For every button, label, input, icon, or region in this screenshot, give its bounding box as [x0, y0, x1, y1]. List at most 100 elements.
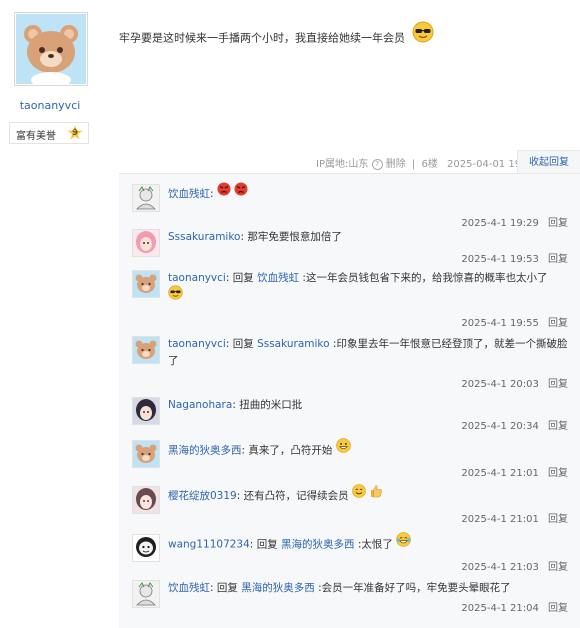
dark-hair-avatar-icon: [133, 398, 159, 424]
angry-face-emoji-icon: [234, 182, 248, 202]
post-meta: IP属地:山东 ? 删除 | 6楼 2025-04-01 19:15: [316, 155, 537, 170]
bear-avatar-icon: [16, 14, 86, 84]
reply-avatar[interactable]: [132, 580, 160, 608]
reply-footer: 2025-4-1 19:55 回复: [461, 314, 568, 329]
badge-label: 富有美誉: [16, 131, 56, 142]
reply-item: wang11107234: 回复 黑海的狄奥多西 :太恨了 2025-4-1 2…: [119, 532, 580, 574]
reply-username[interactable]: 饮血残虹: [168, 188, 210, 200]
reply-avatar[interactable]: [132, 184, 160, 212]
reply-prefix: 回复: [232, 338, 254, 350]
reply-footer: 2025-4-1 20:03 回复: [461, 375, 568, 390]
reply-body: 饮血残虹: 回复 黑海的狄奥多西 :会员一年准备好了吗，牢免要头晕眼花了: [168, 582, 511, 594]
reply-target-user[interactable]: 黑海的狄奥多西: [241, 582, 315, 594]
reply-target-user[interactable]: 黑海的狄奥多西: [281, 539, 355, 551]
reply-item: 饮血残虹: 2025-4-1 19:29 回复: [119, 182, 580, 229]
reply-button[interactable]: 回复: [548, 468, 568, 479]
reply-target-user[interactable]: 饮血残虹: [257, 272, 299, 284]
reply-prefix: 回复: [216, 582, 238, 594]
reply-body: wang11107234: 回复 黑海的狄奥多西 :太恨了: [168, 532, 568, 555]
poster-username[interactable]: taonanyvci: [0, 99, 100, 112]
reply-avatar[interactable]: [132, 486, 160, 514]
post-content: 牢孕要是这时候来一手播两个小时，我直接给她续一年会员: [119, 21, 434, 51]
reply-item: 樱花绽放0319: 还有凸符，记得续会员 2025-4-1 21:01 回复: [119, 484, 580, 528]
reply-time: 2025-4-1 20:03: [461, 379, 539, 390]
reply-item: 饮血残虹: 回复 黑海的狄奥多西 :会员一年准备好了吗，牢免要头晕眼花了 202…: [119, 580, 580, 620]
reply-text: :印象里去年一年恨意已经登顶了，就差一个撕破脸了: [168, 338, 568, 367]
reply-username[interactable]: Naganohara: [168, 399, 232, 411]
reply-body: Naganohara: 扭曲的米口批: [168, 399, 303, 411]
pink-hair-avatar-icon: [133, 230, 159, 256]
separator: |: [411, 159, 416, 170]
reply-username[interactable]: wang11107234: [168, 539, 250, 551]
reply-time: 2025-4-1 20:34: [461, 421, 539, 432]
reply-item: taonanyvci: 回复 饮血残虹 :这一年会员钱包省下来的，给我惊喜的概率…: [119, 270, 580, 330]
reply-avatar[interactable]: [132, 229, 160, 257]
reply-button[interactable]: 回复: [548, 562, 568, 573]
bear-avatar-icon: [133, 271, 159, 297]
laugh-cry-emoji-icon: [396, 532, 412, 553]
reply-username[interactable]: 饮血残虹: [168, 582, 210, 594]
reply-footer: 2025-4-1 19:29 回复: [461, 214, 568, 229]
reply-footer: 2025-4-1 21:04 回复: [461, 599, 568, 614]
delete-link[interactable]: 删除: [386, 159, 406, 170]
reply-footer: 2025-4-1 21:03 回复: [461, 558, 568, 573]
reply-text: 扭曲的米口批: [239, 399, 303, 411]
reply-footer: 2025-4-1 21:01 回复: [461, 510, 568, 525]
bear-avatar-icon: [133, 337, 159, 363]
reply-avatar[interactable]: [132, 534, 160, 562]
reply-target-user[interactable]: Sssakuramiko: [257, 338, 329, 350]
reply-body: Sssakuramiko: 那牢免要恨意加倍了: [168, 231, 342, 243]
ip-location: IP属地:山东: [316, 159, 369, 170]
reply-username[interactable]: Sssakuramiko: [168, 231, 240, 243]
level-badge[interactable]: 富有美誉 9: [9, 122, 89, 144]
reply-avatar[interactable]: [132, 440, 160, 468]
reply-button[interactable]: 回复: [548, 318, 568, 329]
reply-time: 2025-4-1 21:03: [461, 562, 539, 573]
reply-time: 2025-4-1 21:04: [461, 603, 539, 614]
post-text: 牢孕要是这时候来一手播两个小时，我直接给她续一年会员: [119, 31, 405, 45]
level-star-icon: 9: [67, 125, 83, 140]
reply-button[interactable]: 回复: [548, 514, 568, 525]
reply-username[interactable]: 樱花绽放0319: [168, 490, 237, 502]
reply-button[interactable]: 回复: [548, 421, 568, 432]
reply-text: 还有凸符，记得续会员: [243, 490, 349, 502]
reply-button[interactable]: 回复: [548, 603, 568, 614]
white-character-avatar-icon: [133, 185, 159, 211]
reply-button[interactable]: 回复: [548, 254, 568, 265]
reply-text: :会员一年准备好了吗，牢免要头晕眼花了: [318, 582, 511, 594]
reply-item: 黑海的狄奥多西: 真来了，凸符开始 2025-4-1 21:01 回复: [119, 438, 580, 482]
reply-item: Naganohara: 扭曲的米口批 2025-4-1 20:34 回复: [119, 397, 580, 437]
poster-avatar[interactable]: [14, 12, 88, 86]
reply-text: 真来了，凸符开始: [248, 444, 333, 457]
question-circle-icon[interactable]: ?: [371, 158, 383, 170]
reply-body: taonanyvci: 回复 Sssakuramiko :印象里去年一年恨意已经…: [168, 338, 568, 367]
reply-prefix: 回复: [256, 538, 278, 551]
reply-footer: 2025-4-1 20:34 回复: [461, 417, 568, 432]
reply-item: taonanyvci: 回复 Sssakuramiko :印象里去年一年恨意已经…: [119, 336, 580, 392]
reply-body: 樱花绽放0319: 还有凸符，记得续会员: [168, 484, 568, 506]
reply-avatar[interactable]: [132, 397, 160, 425]
white-character-avatar-icon: [133, 581, 159, 607]
reply-footer: 2025-4-1 21:01 回复: [461, 464, 568, 479]
reply-prefix: 回复: [232, 272, 254, 284]
reply-time: 2025-4-1 19:55: [461, 318, 539, 329]
reply-username[interactable]: taonanyvci: [168, 338, 226, 350]
reply-avatar[interactable]: [132, 336, 160, 364]
collapse-replies-button[interactable]: 收起回复: [517, 150, 580, 174]
reply-item: Sssakuramiko: 那牢免要恨意加倍了 2025-4-1 19:53 回…: [119, 229, 580, 269]
reply-avatar[interactable]: [132, 270, 160, 298]
reply-footer: 2025-4-1 19:53 回复: [461, 250, 568, 265]
reply-body: 黑海的狄奥多西: 真来了，凸符开始: [168, 438, 568, 461]
reply-time: 2025-4-1 19:29: [461, 218, 539, 229]
anime-girl-avatar-icon: [133, 487, 159, 513]
reply-time: 2025-4-1 21:01: [461, 514, 539, 525]
floor-number: 6楼: [421, 159, 438, 170]
reply-button[interactable]: 回复: [548, 379, 568, 390]
cool-sunglasses-emoji-icon: [168, 285, 183, 306]
cool-sunglasses-emoji-icon: [412, 21, 434, 46]
reply-panel: 饮血残虹: 2025-4-1 19:29 回复 Sssakuramiko: 那牢…: [119, 173, 580, 628]
reply-username[interactable]: 黑海的狄奥多西: [168, 445, 242, 457]
panda-meme-avatar-icon: [133, 535, 159, 561]
reply-button[interactable]: 回复: [548, 218, 568, 229]
reply-username[interactable]: taonanyvci: [168, 272, 226, 284]
